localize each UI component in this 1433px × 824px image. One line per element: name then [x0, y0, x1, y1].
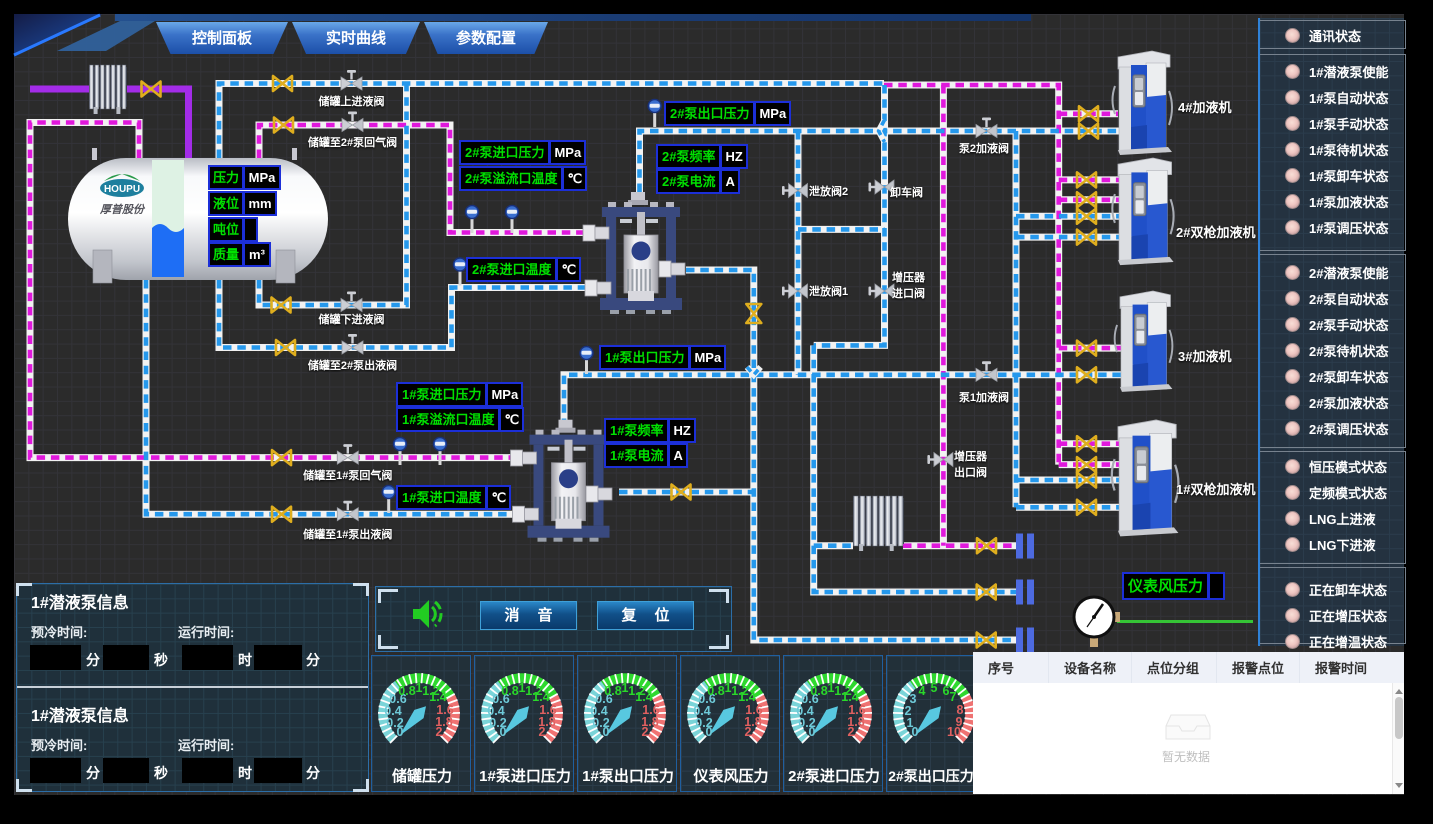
svg-text:2: 2: [539, 725, 546, 739]
svg-text:4: 4: [919, 684, 926, 698]
svg-text:2: 2: [848, 725, 855, 739]
svg-text:0.2: 0.2: [386, 716, 403, 730]
svg-text:0.2: 0.2: [695, 716, 712, 730]
svg-text:0.2: 0.2: [592, 716, 609, 730]
svg-text:0.4: 0.4: [590, 704, 607, 718]
svg-text:1.4: 1.4: [841, 690, 858, 704]
svg-text:2: 2: [745, 725, 752, 739]
svg-text:0.8: 0.8: [501, 684, 518, 698]
svg-text:0.8: 0.8: [604, 684, 621, 698]
svg-text:0.8: 0.8: [398, 684, 415, 698]
svg-text:1.4: 1.4: [532, 690, 549, 704]
svg-text:6: 6: [943, 684, 950, 698]
svg-text:1: 1: [907, 716, 914, 730]
svg-text:2: 2: [436, 725, 443, 739]
svg-text:0.2: 0.2: [489, 716, 506, 730]
svg-text:5: 5: [931, 681, 938, 695]
svg-text:0.4: 0.4: [693, 704, 710, 718]
svg-text:3: 3: [910, 692, 917, 706]
svg-text:1.4: 1.4: [429, 690, 446, 704]
svg-text:0.4: 0.4: [796, 704, 813, 718]
svg-text:2: 2: [905, 704, 912, 718]
svg-text:1.4: 1.4: [635, 690, 652, 704]
svg-text:2: 2: [642, 725, 649, 739]
svg-text:0.4: 0.4: [487, 704, 504, 718]
svg-text:0.8: 0.8: [810, 684, 827, 698]
svg-text:10: 10: [947, 725, 961, 739]
svg-text:7: 7: [950, 690, 957, 704]
svg-text:0.4: 0.4: [384, 704, 401, 718]
svg-text:1.4: 1.4: [738, 690, 755, 704]
svg-text:0.8: 0.8: [707, 684, 724, 698]
svg-text:0.2: 0.2: [798, 716, 815, 730]
